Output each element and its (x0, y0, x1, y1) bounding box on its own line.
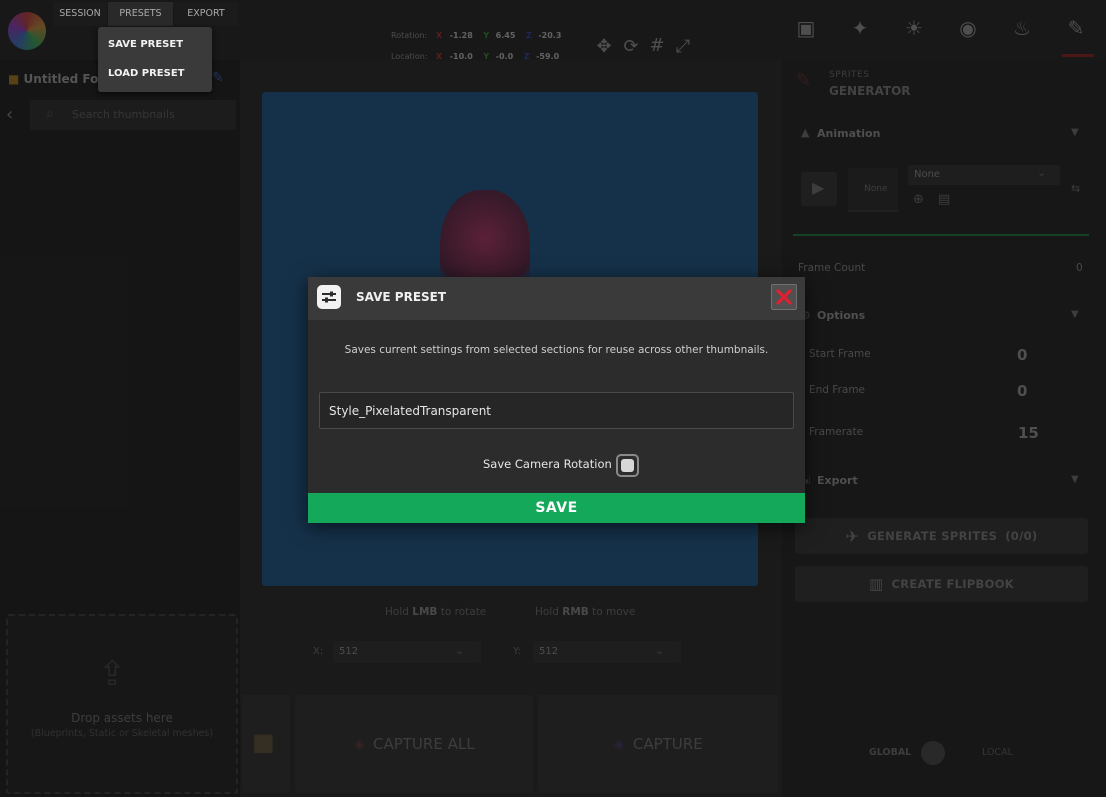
dialog-description: Saves current settings from selected sec… (344, 344, 769, 356)
presets-dropdown: SAVE PRESET LOAD PRESET (98, 27, 212, 92)
save-preset-menu-item[interactable]: SAVE PRESET (108, 39, 183, 50)
sliders-icon (317, 285, 341, 309)
load-preset-menu-item[interactable]: LOAD PRESET (108, 68, 184, 79)
save-camera-rotation-label: Save Camera Rotation (483, 457, 612, 471)
save-button[interactable]: SAVE (308, 493, 805, 523)
preset-name-input[interactable] (319, 392, 794, 429)
dialog-title: SAVE PRESET (356, 290, 447, 304)
save-camera-rotation-checkbox[interactable] (616, 454, 639, 477)
close-icon (776, 289, 792, 305)
app-window: SESSION PRESETS EXPORT SAVE PRESET LOAD … (0, 0, 1106, 797)
save-preset-dialog: SAVE PRESET Saves current settings from … (308, 277, 805, 523)
close-button[interactable] (771, 284, 797, 310)
dialog-header: SAVE PRESET (308, 277, 805, 320)
